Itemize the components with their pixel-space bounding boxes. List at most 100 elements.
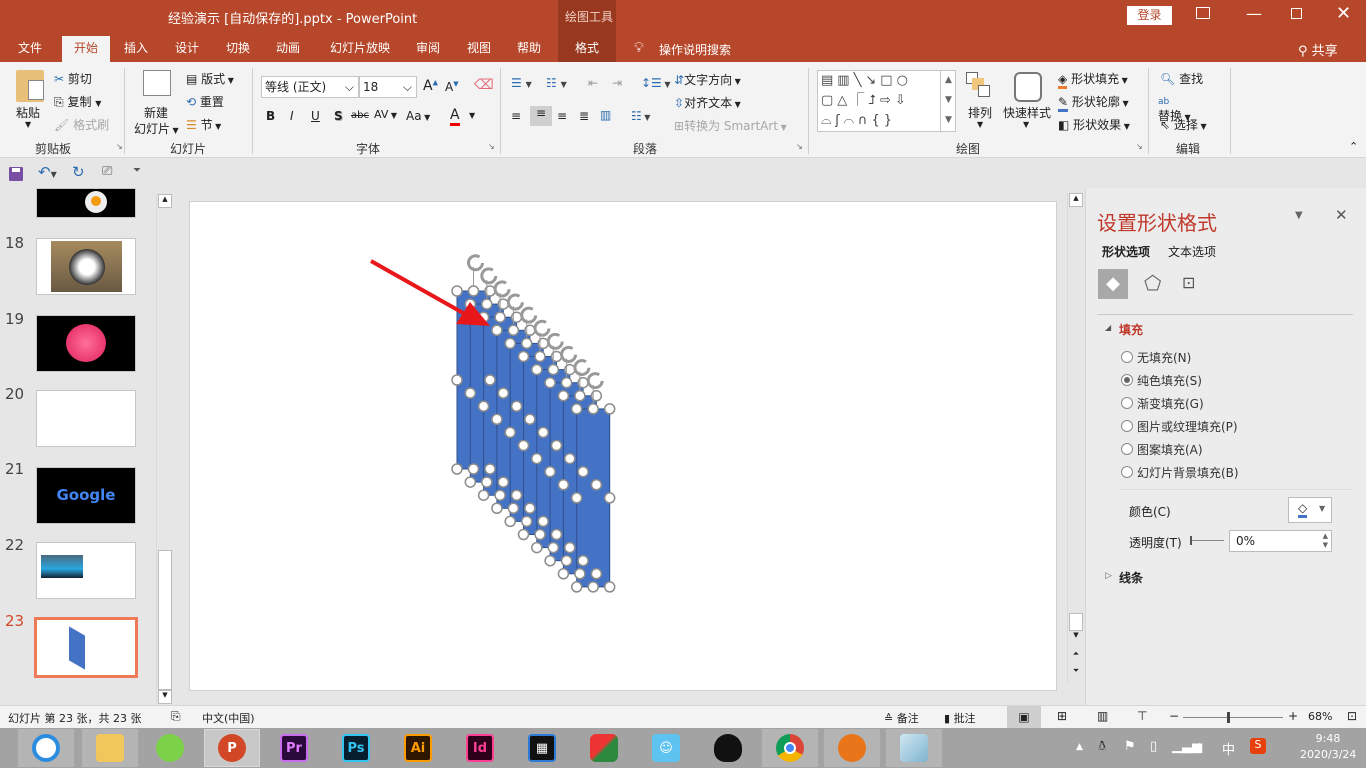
columns-button[interactable]: ☷ ▼ bbox=[631, 109, 650, 123]
resize-handle[interactable] bbox=[577, 465, 589, 478]
resize-handle[interactable] bbox=[491, 502, 503, 515]
resize-handle[interactable] bbox=[504, 515, 516, 528]
arrange-button[interactable]: 排列 bbox=[968, 104, 992, 121]
resize-handle[interactable] bbox=[517, 350, 530, 363]
resize-handle[interactable] bbox=[557, 479, 570, 491]
close-pane-icon[interactable]: ✕ bbox=[1335, 206, 1348, 224]
resize-handle[interactable] bbox=[537, 426, 549, 439]
language-indicator[interactable]: 中文(中国) bbox=[202, 710, 255, 726]
resize-handle[interactable] bbox=[524, 502, 536, 515]
dialog-launcher-icon[interactable]: ↘ bbox=[116, 142, 123, 151]
save-icon[interactable] bbox=[9, 167, 23, 181]
resize-handle[interactable] bbox=[590, 568, 603, 580]
resize-handle[interactable] bbox=[550, 439, 563, 452]
restore-button[interactable] bbox=[1291, 8, 1302, 19]
change-case-button[interactable]: Aa ▼ bbox=[406, 109, 430, 123]
resize-handle[interactable] bbox=[520, 515, 533, 528]
spellcheck-icon[interactable]: ⎘ bbox=[171, 709, 181, 724]
dialog-launcher-icon[interactable]: ↘ bbox=[488, 142, 495, 151]
scroll-down-button[interactable]: ▼ bbox=[158, 690, 172, 704]
fill-option-label[interactable]: 无填充(N) bbox=[1137, 349, 1191, 366]
tab-text-options[interactable]: 文本选项 bbox=[1168, 243, 1216, 260]
shape-outline-button[interactable]: ✎ 形状轮廓 ▼ bbox=[1058, 93, 1129, 112]
resize-handle[interactable] bbox=[564, 541, 576, 554]
resize-handle[interactable] bbox=[531, 452, 543, 465]
expand-line-icon[interactable]: ▷ bbox=[1105, 571, 1112, 581]
tab-review[interactable]: 审阅 bbox=[406, 36, 450, 62]
new-slide-button[interactable]: 幻灯片 ▼ bbox=[134, 120, 179, 137]
taskbar-app-360-browser[interactable] bbox=[18, 729, 74, 767]
resize-handle[interactable] bbox=[590, 479, 603, 491]
taskbar-app-qq[interactable] bbox=[700, 729, 756, 767]
resize-handle[interactable] bbox=[544, 554, 556, 567]
tab-shape-options[interactable]: 形状选项 bbox=[1102, 243, 1150, 260]
qq-tray-icon[interactable]: 🐧︎ bbox=[1098, 739, 1106, 755]
resize-handle[interactable] bbox=[520, 337, 533, 350]
font-color-dropdown[interactable]: ▼ bbox=[469, 111, 475, 120]
effects-pentagon-icon[interactable]: ⬠ bbox=[1144, 271, 1161, 295]
sogou-input-icon[interactable]: S bbox=[1250, 738, 1266, 754]
fill-color-picker[interactable]: ◇ ▼ bbox=[1288, 497, 1332, 523]
radio-3[interactable] bbox=[1121, 420, 1133, 432]
tell-me-search[interactable]: 操作说明搜索 bbox=[659, 41, 731, 58]
increase-indent-button[interactable]: ⇥ bbox=[612, 76, 622, 90]
resize-handle[interactable] bbox=[464, 387, 477, 399]
taskbar-app-wechat[interactable] bbox=[142, 729, 198, 767]
rotate-handle[interactable] bbox=[533, 319, 551, 337]
rotate-handle[interactable] bbox=[573, 359, 591, 377]
thumbnail-22[interactable] bbox=[36, 542, 136, 599]
tab-slideshow[interactable]: 幻灯片放映 bbox=[322, 36, 398, 62]
resize-handle[interactable] bbox=[504, 337, 516, 350]
resize-handle[interactable] bbox=[484, 463, 496, 475]
resize-handle[interactable] bbox=[451, 374, 463, 386]
reading-view-button[interactable]: ▥ bbox=[1097, 709, 1108, 723]
thumbnail-scrollbar[interactable]: ▲ ▼ bbox=[156, 194, 172, 704]
grow-font-button[interactable]: A▲ bbox=[423, 78, 438, 94]
new-slide-label-1[interactable]: 新建 bbox=[144, 104, 168, 121]
size-properties-icon[interactable]: ⊡ bbox=[1182, 273, 1195, 292]
resize-handle[interactable] bbox=[451, 463, 463, 475]
resize-handle[interactable] bbox=[464, 476, 477, 488]
line-spacing-button[interactable]: ↕☰ ▼ bbox=[641, 76, 671, 90]
taskbar-app-foxmail[interactable] bbox=[824, 729, 880, 767]
tab-help[interactable]: 帮助 bbox=[507, 36, 551, 62]
rotate-handle[interactable] bbox=[546, 332, 564, 350]
thumbnail-18[interactable] bbox=[36, 238, 136, 295]
resize-handle[interactable] bbox=[570, 492, 583, 504]
resize-handle[interactable] bbox=[534, 350, 546, 363]
radio-2[interactable] bbox=[1121, 397, 1133, 409]
minimize-button[interactable]: — bbox=[1246, 4, 1262, 23]
cut-button[interactable]: ✂ 剪切 bbox=[54, 70, 92, 87]
font-color-button[interactable]: A bbox=[450, 107, 460, 126]
italic-button[interactable]: I bbox=[290, 109, 294, 123]
convert-smartart-button[interactable]: ⊞转换为 SmartArt ▼ bbox=[674, 117, 787, 134]
next-slide-button[interactable]: ⏷ bbox=[1069, 666, 1083, 676]
scroll-up-button[interactable]: ▲ bbox=[1069, 193, 1083, 207]
thumbnail-19[interactable] bbox=[36, 315, 136, 372]
resize-handle[interactable] bbox=[557, 568, 570, 580]
resize-handle[interactable] bbox=[497, 387, 510, 399]
radio-1[interactable] bbox=[1121, 374, 1133, 386]
taskbar-app-file-explorer[interactable] bbox=[82, 729, 138, 767]
arrange-icon[interactable] bbox=[966, 72, 992, 98]
underline-button[interactable]: U bbox=[311, 109, 320, 123]
arrange-dropdown[interactable]: ▼ bbox=[977, 120, 983, 129]
radio-4[interactable] bbox=[1121, 443, 1133, 455]
resize-handle[interactable] bbox=[547, 363, 560, 376]
resize-handle[interactable] bbox=[574, 568, 586, 580]
shrink-font-button[interactable]: A▼ bbox=[445, 80, 459, 94]
resize-handle[interactable] bbox=[574, 390, 586, 402]
taskbar-app-indesign[interactable]: Id bbox=[452, 729, 508, 767]
tab-home[interactable]: 开始 bbox=[62, 36, 110, 62]
font-name-combo[interactable]: 等线 (正文) ⌵ bbox=[261, 76, 359, 98]
notes-button[interactable]: ≙ 备注 bbox=[884, 710, 919, 726]
new-slide-icon[interactable] bbox=[143, 70, 171, 96]
resize-handle[interactable] bbox=[494, 489, 506, 501]
radio-5[interactable] bbox=[1121, 466, 1133, 478]
fill-option-label[interactable]: 图片或纹理填充(P) bbox=[1137, 418, 1238, 435]
ime-indicator[interactable]: 中 bbox=[1222, 739, 1235, 758]
share-button[interactable]: ⚲ 共享 bbox=[1298, 40, 1338, 59]
resize-handle[interactable] bbox=[570, 581, 583, 593]
resize-handle[interactable] bbox=[517, 439, 530, 452]
fill-option-label[interactable]: 图案填充(A) bbox=[1137, 441, 1203, 458]
